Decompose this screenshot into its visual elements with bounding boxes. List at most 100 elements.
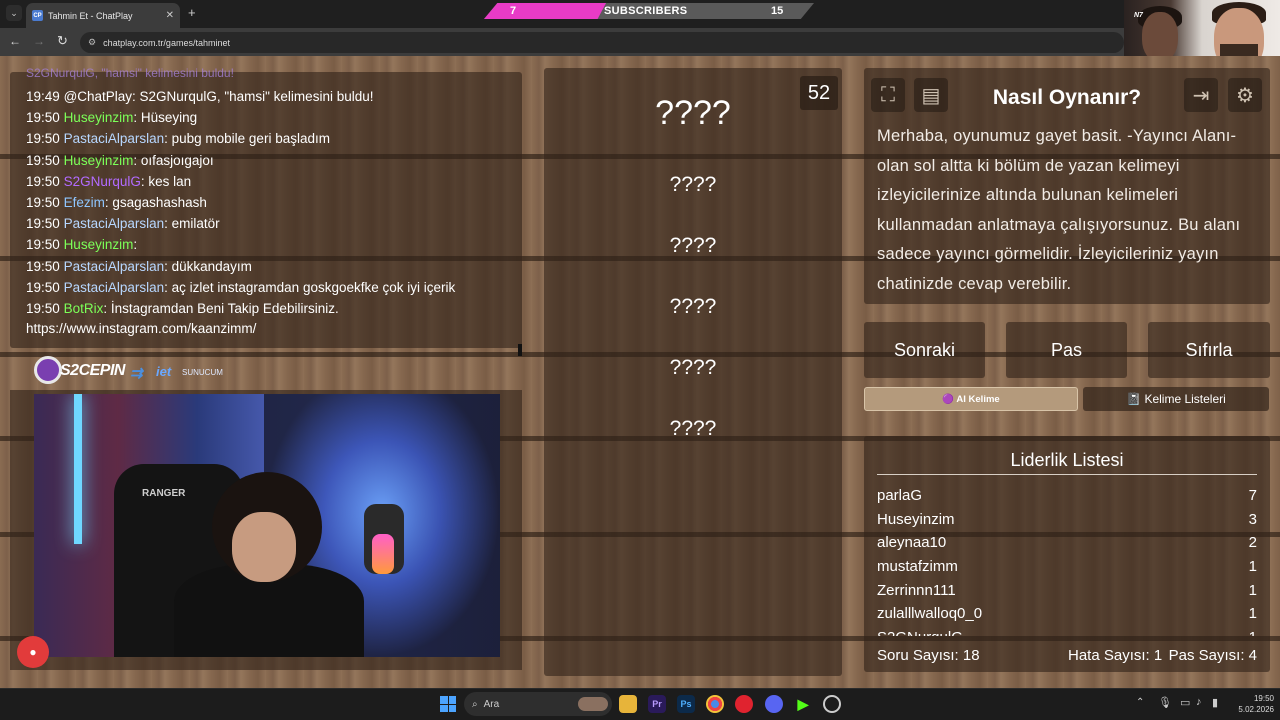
mic-light bbox=[372, 534, 394, 574]
site-info-icon[interactable]: ⚙ bbox=[88, 37, 96, 48]
subscriber-label: SUBSCRIBERS bbox=[604, 5, 688, 17]
premiere-pro-icon[interactable]: Pr bbox=[648, 695, 666, 713]
search-highlight-icon bbox=[578, 697, 608, 711]
how-to-play-text: Merhaba, oyunumuz gayet basit. -Yayıncı … bbox=[877, 127, 1241, 293]
settings-gear-icon[interactable]: ⚙ bbox=[1228, 78, 1262, 112]
chat-text: : pubg mobile geri başladım bbox=[164, 131, 330, 147]
reset-button[interactable]: Sıfırla bbox=[1148, 322, 1270, 378]
chat-text: : İnstagramdan Beni Takip Edebilirsiniz. bbox=[103, 301, 339, 316]
chat-username[interactable]: @ChatPlay bbox=[64, 89, 132, 104]
chat-username[interactable]: BotRix bbox=[64, 301, 104, 316]
photoshop-icon[interactable]: Ps bbox=[677, 695, 695, 713]
tray-overflow-icon[interactable]: ⌃ bbox=[1136, 697, 1144, 708]
chat-time: 19:50 bbox=[26, 237, 60, 253]
rules-book-icon[interactable]: ▤ bbox=[914, 78, 948, 112]
chat-scrollbar[interactable] bbox=[518, 344, 522, 356]
fullscreen-icon[interactable]: ⛶ bbox=[871, 78, 905, 112]
chat-time: 19:50 bbox=[26, 110, 60, 126]
chat-text: : emilatör bbox=[164, 216, 220, 232]
forbidden-word-3: ???? bbox=[669, 295, 717, 318]
windows-start-icon[interactable] bbox=[440, 696, 456, 712]
record-icon[interactable]: ● bbox=[17, 636, 49, 668]
leaderboard-row: mustafzimm 1 bbox=[877, 555, 1257, 579]
leaderboard-score: 1 bbox=[1248, 605, 1257, 623]
chat-username[interactable]: Huseyinzim bbox=[64, 153, 134, 168]
chat-username[interactable]: PastaciAlparslan bbox=[64, 259, 165, 274]
subscriber-current: 7 bbox=[510, 5, 517, 17]
leaderboard-name: zulalllwalloq0_0 bbox=[877, 605, 983, 623]
chat-message: 19:50 PastaciAlparslan: aç izlet instagr… bbox=[26, 279, 455, 297]
back-arrow-icon[interactable]: ← bbox=[9, 34, 21, 48]
chat-time: 19:49 bbox=[26, 89, 60, 104]
chat-message: 19:50 Efezim: gsagashashash bbox=[26, 194, 207, 212]
network-icon[interactable]: ▭ bbox=[1180, 696, 1190, 709]
leaderboard-name: mustafzimm bbox=[877, 558, 958, 576]
url-text: chatplay.com.tr/games/tahminet bbox=[103, 37, 230, 48]
chat-time: 19:50 bbox=[26, 173, 60, 189]
opera-icon[interactable] bbox=[735, 695, 753, 713]
leaderboard-row: zulalllwalloq0_0 1 bbox=[877, 602, 1257, 626]
chat-username[interactable]: Efezim bbox=[64, 195, 105, 210]
obs-icon[interactable] bbox=[823, 695, 841, 713]
chrome-icon[interactable] bbox=[706, 695, 724, 713]
taskbar-search[interactable]: ⌕ Ara bbox=[464, 692, 612, 716]
chat-username[interactable]: Huseyinzim bbox=[64, 237, 134, 252]
clock-date[interactable]: 5.02.2026 bbox=[1226, 705, 1274, 714]
chat-username[interactable]: PastaciAlparslan bbox=[64, 280, 165, 295]
logout-icon[interactable]: ⇥ bbox=[1184, 78, 1218, 112]
leaderboard-name: aleynaa10 bbox=[877, 534, 947, 552]
reload-icon[interactable]: ↻ bbox=[57, 33, 68, 49]
forward-arrow-icon[interactable]: → bbox=[33, 34, 45, 48]
battery-icon[interactable]: ▮ bbox=[1212, 696, 1218, 709]
chat-time: 19:50 bbox=[26, 301, 60, 316]
chat-link[interactable]: https://www.instagram.com/kaanzimm/ bbox=[26, 320, 256, 338]
search-icon: ⌕ bbox=[472, 698, 478, 710]
volume-icon[interactable]: ♪ bbox=[1196, 696, 1202, 708]
game-stats: Soru Sayısı: 18 Hata Sayısı: 1 Pas Sayıs… bbox=[877, 647, 1257, 664]
discord-icon[interactable] bbox=[765, 695, 783, 713]
taskbar-search-placeholder: Ara bbox=[483, 698, 500, 710]
leaderboard-score: 1 bbox=[1248, 581, 1257, 599]
tab-search-icon[interactable]: ⌄ bbox=[6, 5, 22, 21]
ai-word-button[interactable]: 🟣 AI Kelime bbox=[864, 387, 1078, 411]
word-lists-button[interactable]: 📓 Kelime Listeleri bbox=[1083, 387, 1269, 411]
windows-taskbar bbox=[0, 688, 1280, 720]
browser-tab[interactable]: CP Tahmin Et - ChatPlay ✕ bbox=[26, 3, 180, 28]
chat-message: 19:50 PastaciAlparslan: dükkandayım bbox=[26, 258, 252, 276]
chat-text: : bbox=[133, 237, 138, 253]
chat-username[interactable]: PastaciAlparslan bbox=[64, 131, 165, 146]
chat-username[interactable]: S2GNurqulG bbox=[64, 174, 141, 189]
chatplay-favicon-icon: CP bbox=[32, 10, 43, 21]
kick-icon[interactable]: ▶ bbox=[794, 695, 812, 713]
chat-message: 19:50 PastaciAlparslan: emilatör bbox=[26, 215, 220, 233]
leaderboard-name: S2GNurqulG bbox=[877, 629, 963, 636]
chat-username[interactable]: PastaciAlparslan bbox=[64, 216, 165, 231]
leaderboard-score: 3 bbox=[1248, 510, 1257, 528]
leaderboard-title: Liderlik Listesi bbox=[1010, 450, 1124, 470]
clock-time[interactable]: 19:50 bbox=[1226, 694, 1274, 703]
chat-text: : Hüseying bbox=[133, 110, 198, 126]
microphone-icon[interactable]: 🎙 bbox=[1158, 696, 1172, 709]
chair-brand-text: RANGER bbox=[142, 488, 186, 499]
chat-time: 19:50 bbox=[26, 279, 60, 295]
chat-text: : S2GNurqulG, "hamsi" kelimesini buldu! bbox=[132, 89, 374, 104]
webcam-logo: N7 bbox=[1134, 12, 1143, 19]
chat-username[interactable]: Huseyinzim bbox=[64, 110, 134, 125]
pass-count: Pas Sayısı: 4 bbox=[1168, 647, 1257, 664]
iet-logo-icon: ⇉ bbox=[130, 365, 143, 382]
new-tab-icon[interactable]: + bbox=[188, 5, 196, 20]
url-bar[interactable]: ⚙ chatplay.com.tr/games/tahminet bbox=[80, 32, 1124, 53]
tab-close-icon[interactable]: ✕ bbox=[166, 10, 174, 21]
next-button[interactable]: Sonraki bbox=[864, 322, 985, 378]
leaderboard-divider bbox=[877, 474, 1257, 475]
file-explorer-icon[interactable] bbox=[619, 695, 637, 713]
chat-message: 19:50 Huseyinzim: Hüseying bbox=[26, 109, 197, 127]
s2cepin-logo-icon bbox=[34, 356, 62, 384]
chat-text: : aç izlet instagramdan goskgoekfke çok … bbox=[164, 279, 456, 295]
webcam-person-left bbox=[1142, 12, 1178, 62]
leaderboard-row: S2GNurqulG 1 bbox=[877, 626, 1257, 636]
tab-title: Tahmin Et - ChatPlay bbox=[48, 10, 133, 21]
pass-button[interactable]: Pas bbox=[1006, 322, 1127, 378]
leaderboard-list[interactable]: parlaG 7 Huseyinzim 3 aleynaa10 2 mustafzimm 1 Z… bbox=[877, 484, 1257, 636]
chat-message: 19:49 @ChatPlay: S2GNurqulG, "hamsi" kel… bbox=[26, 88, 373, 106]
